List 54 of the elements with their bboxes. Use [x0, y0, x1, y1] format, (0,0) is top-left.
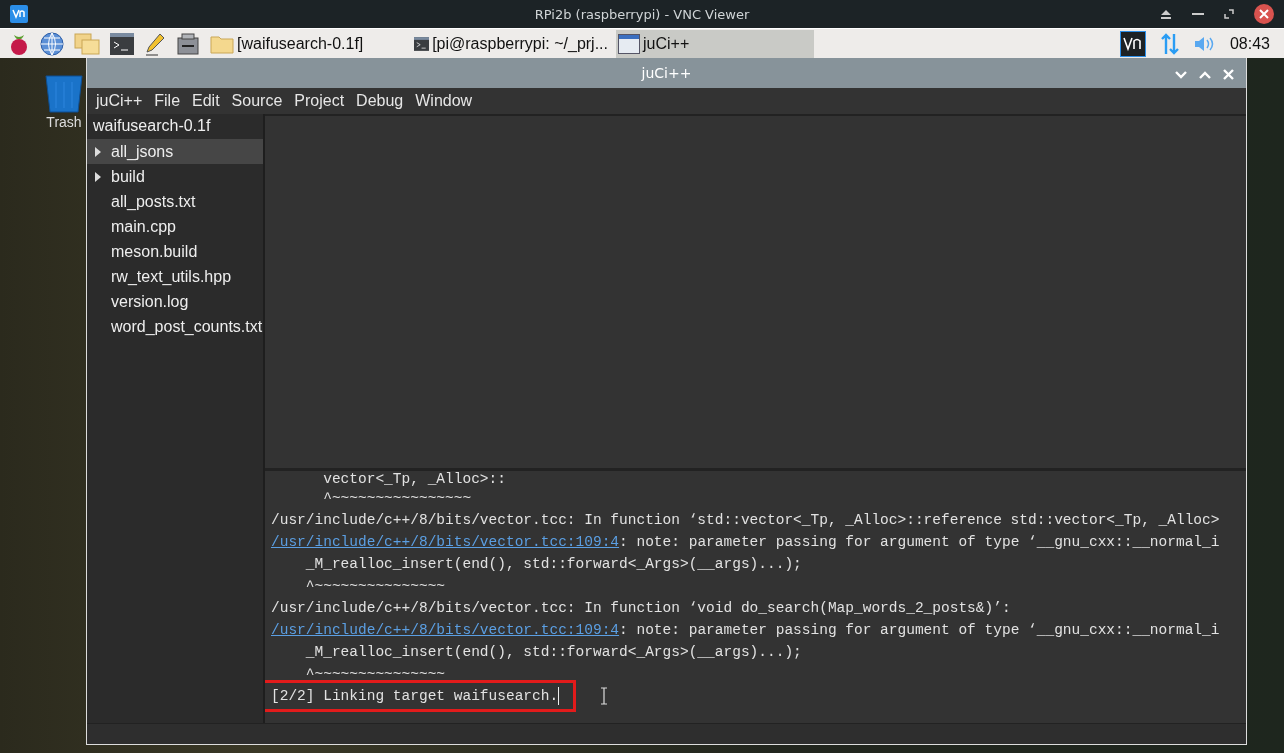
eject-icon[interactable]: [1160, 9, 1172, 19]
file-tree-item[interactable]: main.cpp: [87, 214, 263, 239]
taskbar-button[interactable]: [waifusearch-0.1f]: [208, 29, 406, 58]
expand-triangle-icon[interactable]: [95, 146, 101, 157]
taskbar-button[interactable]: juCi++: [616, 29, 814, 58]
desktop-icon-label[interactable]: Trash: [46, 114, 82, 130]
window-icon: [618, 33, 640, 54]
terminal-line: vector<_Tp, _Alloc>::: [322, 471, 506, 487]
file-link[interactable]: /usr/include/c++/8/bits/vector.tcc:109:4: [271, 622, 620, 638]
terminal-line: _M_realloc_insert(end(), std::forward<_Args>(__args)...);: [304, 556, 802, 572]
minimize-icon[interactable]: [1192, 12, 1204, 16]
close-icon[interactable]: [1254, 4, 1274, 24]
menu-item[interactable]: Debug: [350, 92, 410, 110]
file-tree-item[interactable]: build: [87, 164, 263, 189]
file-tree-item[interactable]: word_post_counts.txt: [87, 314, 263, 339]
file-link[interactable]: /usr/include/c++/8/bits/vector.tcc:109:4: [271, 534, 620, 550]
pencil-icon[interactable]: [144, 31, 166, 56]
terminal-line: /usr/include/c++/8/bits/vector.tcc:109:4: note: parameter passing for argument of type ‘__gnu_cxx::__normal_i: [271, 622, 1220, 638]
folder-icon: [210, 33, 234, 54]
vnc-logo-icon: [10, 5, 28, 23]
menu-item[interactable]: Project: [288, 92, 351, 110]
menu-item[interactable]: juCi++: [90, 92, 149, 110]
terminal-icon[interactable]: [110, 32, 134, 55]
file-tree-item[interactable]: meson.build: [87, 239, 263, 264]
taskbar-button[interactable]: [pi@raspberrypi: ~/_prj...: [412, 29, 610, 58]
vnc-logo-icon[interactable]: [1119, 30, 1146, 57]
file-tree-item[interactable]: rw_text_utils.hpp: [87, 264, 263, 289]
menu-item[interactable]: File: [148, 92, 187, 110]
globe-icon[interactable]: [40, 31, 64, 56]
trash-bin-icon[interactable]: [44, 74, 84, 114]
chevron-up-icon[interactable]: [1199, 70, 1211, 79]
file-tree-item[interactable]: all_posts.txt: [87, 189, 263, 214]
terminal-line: [2/2] Linking target waifusearch.: [271, 688, 559, 704]
terminal-line: ^~~~~~~~~~~~~~~~: [304, 578, 446, 594]
terminal-line: _M_realloc_insert(end(), std::forward<_Args>(__args)...);: [304, 644, 802, 660]
project-name: waifusearch-0.1f: [92, 116, 212, 136]
text-cursor-icon: [600, 687, 609, 705]
window-title: juCi++: [641, 65, 692, 81]
file-tree-item[interactable]: version.log: [87, 289, 263, 314]
terminal-line: /usr/include/c++/8/bits/vector.tcc: In function ‘std::vector<_Tp, _Alloc>::reference std::vector<_Tp, _Alloc>: [271, 512, 1220, 528]
menu-item[interactable]: Source: [225, 92, 289, 110]
terminal-line: ^~~~~~~~~~~~~~~~: [304, 666, 446, 682]
viewer-title: RPi2b (raspberrypi) - VNC Viewer: [534, 6, 750, 22]
terminal-line: /usr/include/c++/8/bits/vector.tcc: In function ‘void do_search(Map_words_2_posts&)’:: [271, 600, 1011, 616]
terminal-line: /usr/include/c++/8/bits/vector.tcc:109:4: note: parameter passing for argument of type ‘__gnu_cxx::__normal_i: [271, 534, 1220, 550]
file-tree-item[interactable]: all_jsons: [87, 139, 263, 164]
menu-item[interactable]: Window: [409, 92, 479, 110]
expand-triangle-icon[interactable]: [95, 171, 101, 182]
menu-item[interactable]: Edit: [186, 92, 226, 110]
terminal-line: ^~~~~~~~~~~~~~~~~: [322, 490, 472, 506]
maximize-icon[interactable]: [1224, 9, 1234, 19]
chevron-down-icon[interactable]: [1175, 70, 1187, 79]
clock: 08:43: [1229, 34, 1270, 53]
toolbox-icon[interactable]: [176, 31, 200, 56]
